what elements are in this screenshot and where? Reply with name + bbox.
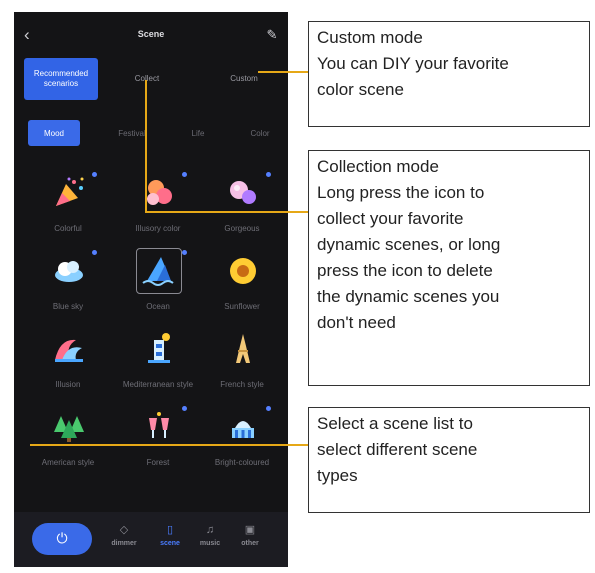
power-icon: ⏻: [56, 530, 68, 546]
phone-screen: ‹ Scene ✎ Recommended scenarios Collect …: [14, 12, 288, 567]
tab-label: scene: [160, 540, 180, 547]
selected-frame: [136, 248, 182, 294]
trees-icon: [54, 416, 84, 442]
sunflower-icon: [230, 258, 256, 284]
callout-text: collect your favorite: [317, 209, 464, 228]
new-indicator: [266, 172, 271, 177]
top-bar: ‹ Scene ✎: [14, 26, 288, 46]
tab-life[interactable]: Life: [176, 120, 220, 146]
category-tabs: Mood Festival Life Color: [24, 120, 286, 146]
tab-recommended-scenarios[interactable]: Recommended scenarios: [24, 58, 98, 100]
callout-text: press the icon to delete: [317, 261, 493, 280]
tab-custom[interactable]: Custom: [204, 58, 284, 100]
tab-label: music: [199, 540, 221, 547]
capitol-icon: [232, 421, 254, 438]
new-indicator: [92, 172, 97, 177]
tab-other[interactable]: ▣ other: [232, 522, 268, 556]
collection-callout-line: [145, 80, 147, 212]
scene-french-style[interactable]: French style: [196, 328, 288, 404]
new-indicator: [182, 172, 187, 177]
tab-scene[interactable]: ▯ scene: [152, 522, 188, 556]
wave-icon: [55, 339, 83, 362]
scene-label: Gorgeous: [224, 224, 260, 233]
select-callout-line: [30, 444, 310, 446]
callout-text: don't need: [317, 313, 396, 332]
page-title: Scene: [137, 29, 165, 39]
music-icon: ♫: [205, 524, 215, 536]
scene-mediterranean-style[interactable]: Mediterranean style: [112, 328, 204, 404]
callout-text: Select a scene list to: [317, 414, 473, 433]
cloud-icon: [55, 261, 83, 282]
orbs-icon: [230, 181, 256, 204]
scene-label: Illusion: [55, 380, 81, 389]
other-icon: ▣: [244, 524, 256, 536]
tab-label: other: [241, 540, 259, 547]
scene-label: Colorful: [54, 224, 82, 233]
callout-title: Custom mode: [317, 28, 423, 47]
scene-label: Sunflower: [224, 302, 260, 311]
shark-icon: [142, 257, 174, 286]
callout-text: the dynamic scenes you: [317, 287, 500, 306]
tab-label: dimmer: [111, 540, 137, 547]
tab-music[interactable]: ♫ music: [192, 522, 228, 556]
select-scene-list-callout: Select a scene list to select different …: [308, 407, 590, 513]
callout-text: select different scene: [317, 440, 478, 459]
tab-festival[interactable]: Festival: [102, 120, 162, 146]
scene-illusory-color[interactable]: Illusory color: [112, 172, 204, 248]
callout-title: Collection mode: [317, 157, 439, 176]
bottom-dock: ⏻ ◇ dimmer ▯ scene ♫ music ▣ other: [14, 512, 288, 567]
bulb-icon: ◇: [119, 524, 129, 536]
custom-mode-callout: Custom mode You can DIY your favorite co…: [308, 21, 590, 127]
custom-callout-line: [258, 71, 310, 73]
scene-gorgeous[interactable]: Gorgeous: [196, 172, 288, 248]
tab-collect[interactable]: Collect: [108, 58, 186, 100]
lighthouse-icon: [148, 333, 170, 363]
scene-sunflower[interactable]: Sunflower: [196, 250, 288, 326]
callout-text: color scene: [317, 80, 404, 99]
power-button[interactable]: ⏻: [32, 523, 92, 555]
new-indicator: [266, 406, 271, 411]
new-indicator: [182, 406, 187, 411]
bubbles-icon: [147, 180, 172, 205]
tab-mood[interactable]: Mood: [28, 120, 80, 146]
callout-text: Long press the icon to: [317, 183, 485, 202]
scene-icon: ▯: [166, 524, 174, 536]
toast-icon: [149, 412, 169, 438]
new-indicator: [92, 250, 97, 255]
callout-text: You can DIY your favorite: [317, 54, 509, 73]
scene-label: Blue sky: [52, 302, 84, 311]
eiffel-tower-icon: [236, 334, 250, 363]
scene-label: American style: [41, 458, 95, 467]
mode-tabs: Recommended scenarios Collect Custom: [24, 58, 286, 100]
collection-mode-callout: Collection mode Long press the icon to c…: [308, 150, 590, 386]
scene-colorful[interactable]: Colorful: [22, 172, 114, 248]
party-popper-icon: [56, 177, 84, 206]
new-indicator: [182, 250, 187, 255]
callout-text: dynamic scenes, or long: [317, 235, 501, 254]
scene-illusion[interactable]: Illusion: [22, 328, 114, 404]
collection-callout-line: [145, 211, 310, 213]
scene-blue-sky[interactable]: Blue sky: [22, 250, 114, 326]
tab-dimmer[interactable]: ◇ dimmer: [106, 522, 142, 556]
scene-label: French style: [220, 380, 264, 389]
scene-label: Bright-coloured: [214, 458, 270, 467]
tab-color[interactable]: Color: [238, 120, 282, 146]
pencil-icon[interactable]: ✎: [264, 26, 280, 46]
callout-text: types: [317, 466, 358, 485]
scene-ocean[interactable]: Ocean: [112, 248, 204, 326]
